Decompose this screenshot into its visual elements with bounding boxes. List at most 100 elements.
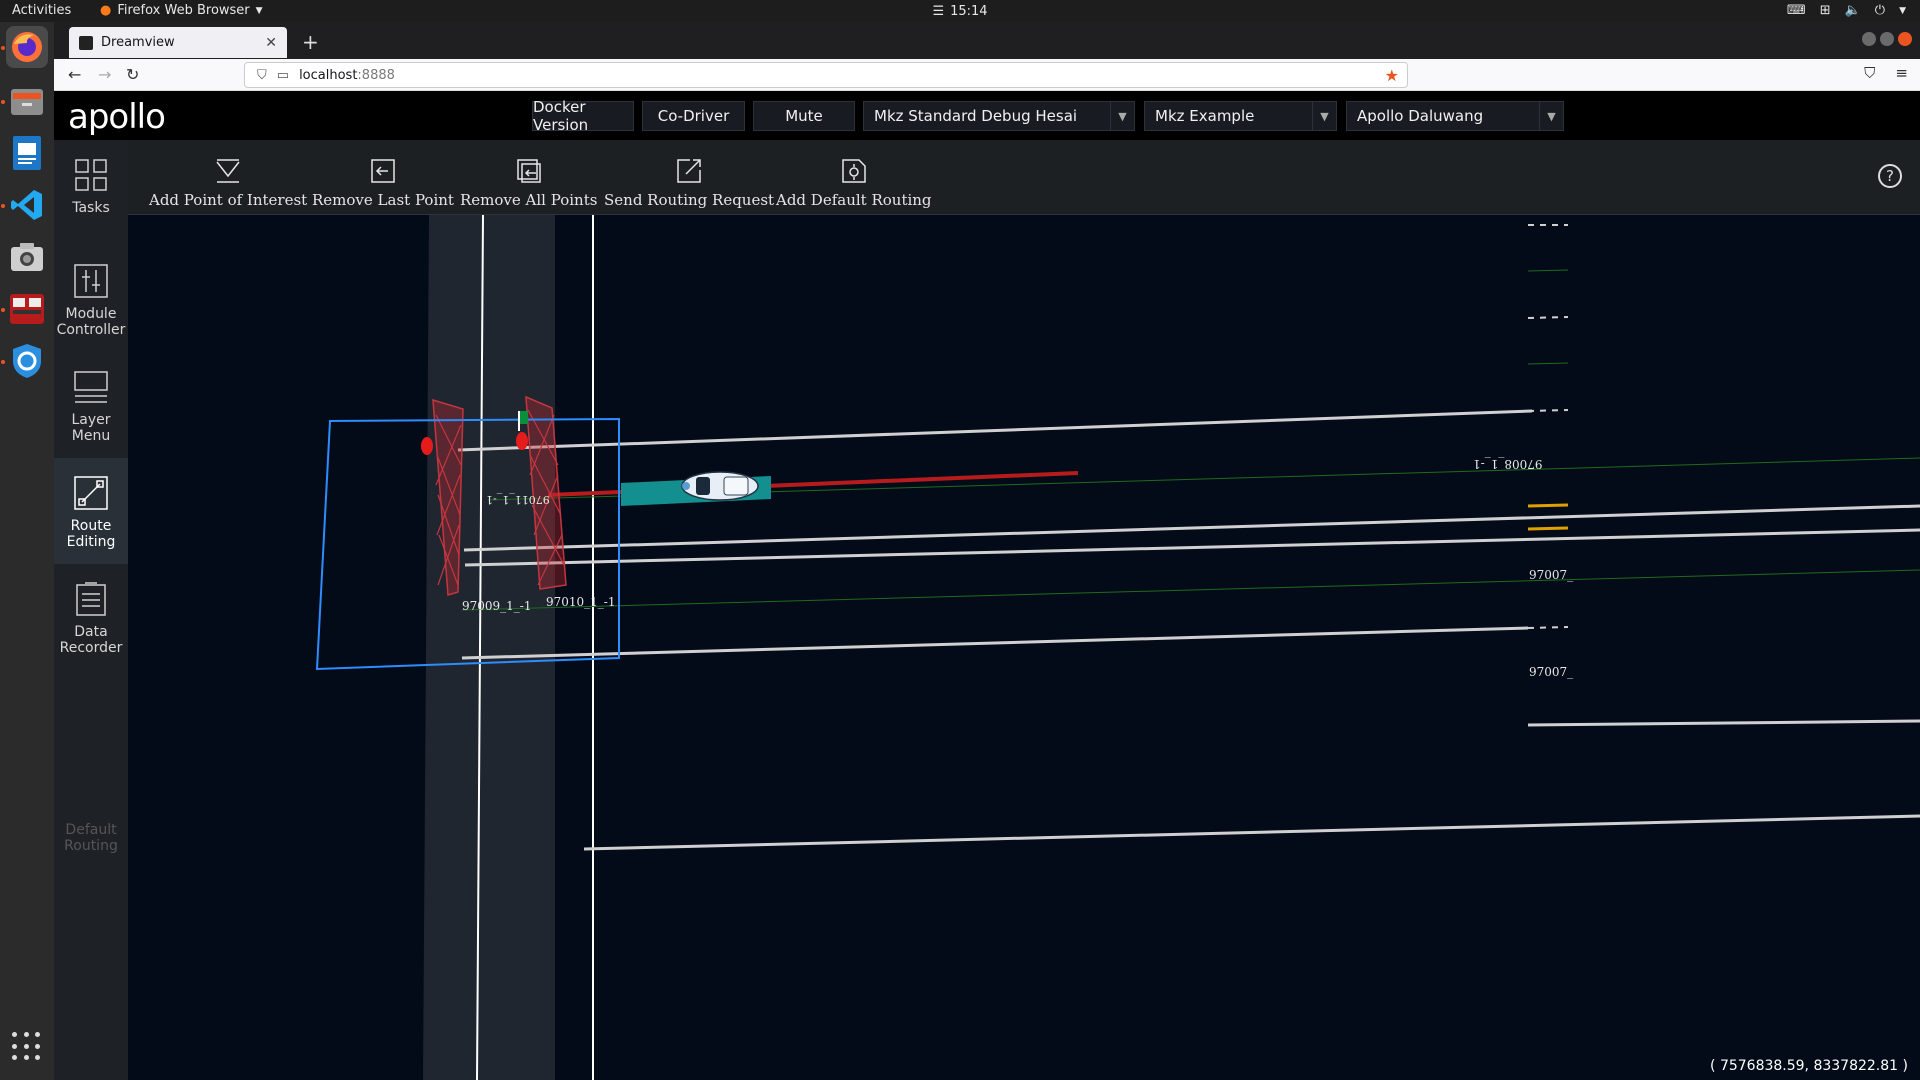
screenshot-icon[interactable] [6,236,48,278]
window-controls [1862,32,1912,46]
writer-icon[interactable] [6,132,48,174]
forward-icon[interactable]: → [98,65,111,84]
new-tab-icon[interactable]: + [302,30,319,54]
chevron-down-icon: ▼ [1312,102,1336,130]
running-indicator [1,46,5,50]
remove-last-point-icon [371,159,395,183]
menu-item-layer-menu[interactable]: Layer Menu [54,352,128,458]
docker-version-button[interactable]: Docker Version [532,98,634,134]
reload-icon[interactable]: ↻ [126,65,139,84]
close-window-icon[interactable] [1898,32,1912,46]
activities-button[interactable]: Activities [12,3,71,18]
chevron-down-icon: ▼ [1539,102,1563,130]
mode-select[interactable]: Mkz Standard Debug Hesai ▼ [863,101,1135,131]
url-host: localhost [299,67,358,83]
map-view[interactable]: 97011_1_-1 97009_1_-1 97010_1_-1 97008_1… [128,215,1920,1080]
routing-point-marker[interactable] [421,437,433,455]
road-band [423,215,555,1080]
security-shield-icon[interactable] [6,340,48,382]
lane-label: 97009_1_-1 [462,599,532,613]
back-icon[interactable]: ← [68,65,81,84]
side-menu: Tasks Module Controller Layer Menu Route… [54,140,128,1080]
data-recorder-icon [76,582,106,616]
firefox-dock-icon[interactable] [6,26,48,68]
menu-icon[interactable]: ≡ [1895,64,1908,82]
power-icon: ⏻ [1874,3,1886,18]
dock [0,22,54,1080]
lane-label: 97007_ [1529,665,1574,679]
routing-point-marker[interactable] [516,432,528,450]
menu-label-tasks: Tasks [72,200,110,216]
mute-button[interactable]: Mute [753,101,855,131]
bookmark-star-icon[interactable]: ★ [1385,66,1399,85]
lane-boundary-yellow [1527,503,1569,508]
mode-select-value: Mkz Standard Debug Hesai [874,107,1078,125]
tab-title: Dreamview [101,35,175,50]
shield-icon[interactable]: ⛉ [257,68,267,83]
send-routing-icon [677,159,701,183]
vscode-icon[interactable] [6,184,48,226]
map-select[interactable]: Apollo Daluwang ▼ [1346,101,1564,131]
lane-boundary-yellow [1527,526,1569,531]
co-driver-button[interactable]: Co-Driver [642,101,745,131]
lane-centerline [1527,362,1569,365]
menu-label-menu: Menu [71,428,111,444]
lane-boundary [1527,719,1920,727]
menu-label-data: Data [74,624,108,640]
terminal-app-icon[interactable] [6,288,48,330]
remove-all-points-button[interactable]: Remove All Points [460,158,597,209]
clock-time: 15:14 [950,4,988,19]
caret-down-icon: ▼ [255,5,263,16]
send-routing-label: Send Routing Request [604,191,775,209]
menu-item-default-routing[interactable]: Default Routing [54,822,128,928]
browser-tab[interactable]: Dreamview ✕ [69,27,287,58]
lane-centerline [1527,269,1569,272]
route-editing-toolbar: Add Point of Interest Remove Last Point … [128,140,1920,215]
send-routing-request-button[interactable]: Send Routing Request [604,158,774,209]
close-tab-icon[interactable]: ✕ [265,35,277,51]
help-icon[interactable]: ? [1878,164,1902,188]
browser-nav-bar: ← → ↻ ⛉ ▭ localhost :8888 ★ ⛉ ≡ [54,59,1920,91]
map-canvas[interactable] [128,215,1920,1080]
show-applications-icon[interactable] [12,1032,42,1062]
running-indicator [1,308,5,312]
running-indicator [1,100,5,104]
menu-label-editing: Editing [66,534,116,550]
layer-menu-icon [74,371,108,403]
ego-vehicle[interactable] [681,471,759,501]
browser-tab-bar: Dreamview ✕ + [54,22,1920,59]
module-controller-icon [74,264,108,298]
vehicle-select[interactable]: Mkz Example ▼ [1144,101,1337,131]
lane-boundary-dashed [1527,316,1569,319]
app-menu-label: Firefox Web Browser [117,3,250,18]
menu-label-route: Route [70,518,112,534]
system-tray[interactable]: ⌨ ⊞ 🔈 ⏻ ▼ [1787,3,1906,18]
minimize-icon[interactable] [1862,32,1876,46]
lane-boundary-dashed [1527,409,1569,412]
app-menu[interactable]: ● Firefox Web Browser ▼ [100,3,263,18]
add-default-routing-icon [842,159,866,183]
pocket-icon[interactable]: ⛉ [1864,64,1875,82]
menu-label-recorder: Recorder [59,640,123,656]
menu-item-data-recorder[interactable]: Data Recorder [54,564,128,670]
remove-all-points-icon [516,159,541,183]
apollo-logo: apollo [68,97,166,137]
caret-down-icon: ▼ [1899,5,1906,16]
tasks-icon [75,159,107,191]
add-default-routing-button[interactable]: Add Default Routing [776,158,932,209]
lane-label: 97007_ [1529,568,1574,582]
menu-item-tasks[interactable]: Tasks [54,140,128,246]
network-icon: ⊞ [1819,3,1831,18]
add-default-label: Add Default Routing [776,191,932,209]
remove-last-point-button[interactable]: Remove Last Point [312,158,454,209]
clock[interactable]: ☰ 15:14 [932,4,987,19]
url-port: :8888 [357,67,395,83]
menu-item-route-editing[interactable]: Route Editing [54,458,128,564]
add-poi-label: Add Point of Interest [149,191,308,209]
maximize-icon[interactable] [1880,32,1894,46]
add-point-of-interest-button[interactable]: Add Point of Interest [149,158,307,209]
file-manager-icon[interactable] [6,80,48,122]
menu-item-module-controller[interactable]: Module Controller [54,246,128,352]
chevron-down-icon: ▼ [1110,102,1134,130]
url-bar[interactable]: ⛉ ▭ localhost :8888 ★ [244,62,1408,88]
